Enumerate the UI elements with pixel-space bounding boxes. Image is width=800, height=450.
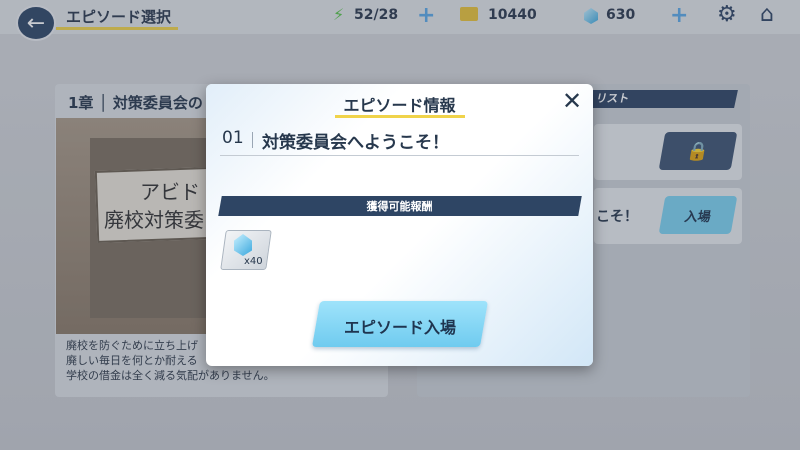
reward-quantity: x40 — [244, 256, 263, 267]
modal-title: エピソード情報 — [343, 96, 456, 115]
enter-episode-label: エピソード入場 — [343, 318, 456, 337]
episode-title: 対策委員会へようこそ！ — [262, 133, 449, 153]
close-icon: ✕ — [561, 87, 583, 115]
episode-info-modal: エピソード情報 ✕ 01 対策委員会へようこそ！ 獲得可能報酬 x40 エピソー… — [206, 84, 593, 366]
reward-header: 獲得可能報酬 — [366, 200, 433, 213]
episode-separator — [252, 132, 253, 148]
modal-title-underline — [335, 115, 465, 118]
divider — [220, 155, 579, 156]
episode-number: 01 — [222, 128, 244, 148]
close-button[interactable]: ✕ — [560, 87, 584, 115]
